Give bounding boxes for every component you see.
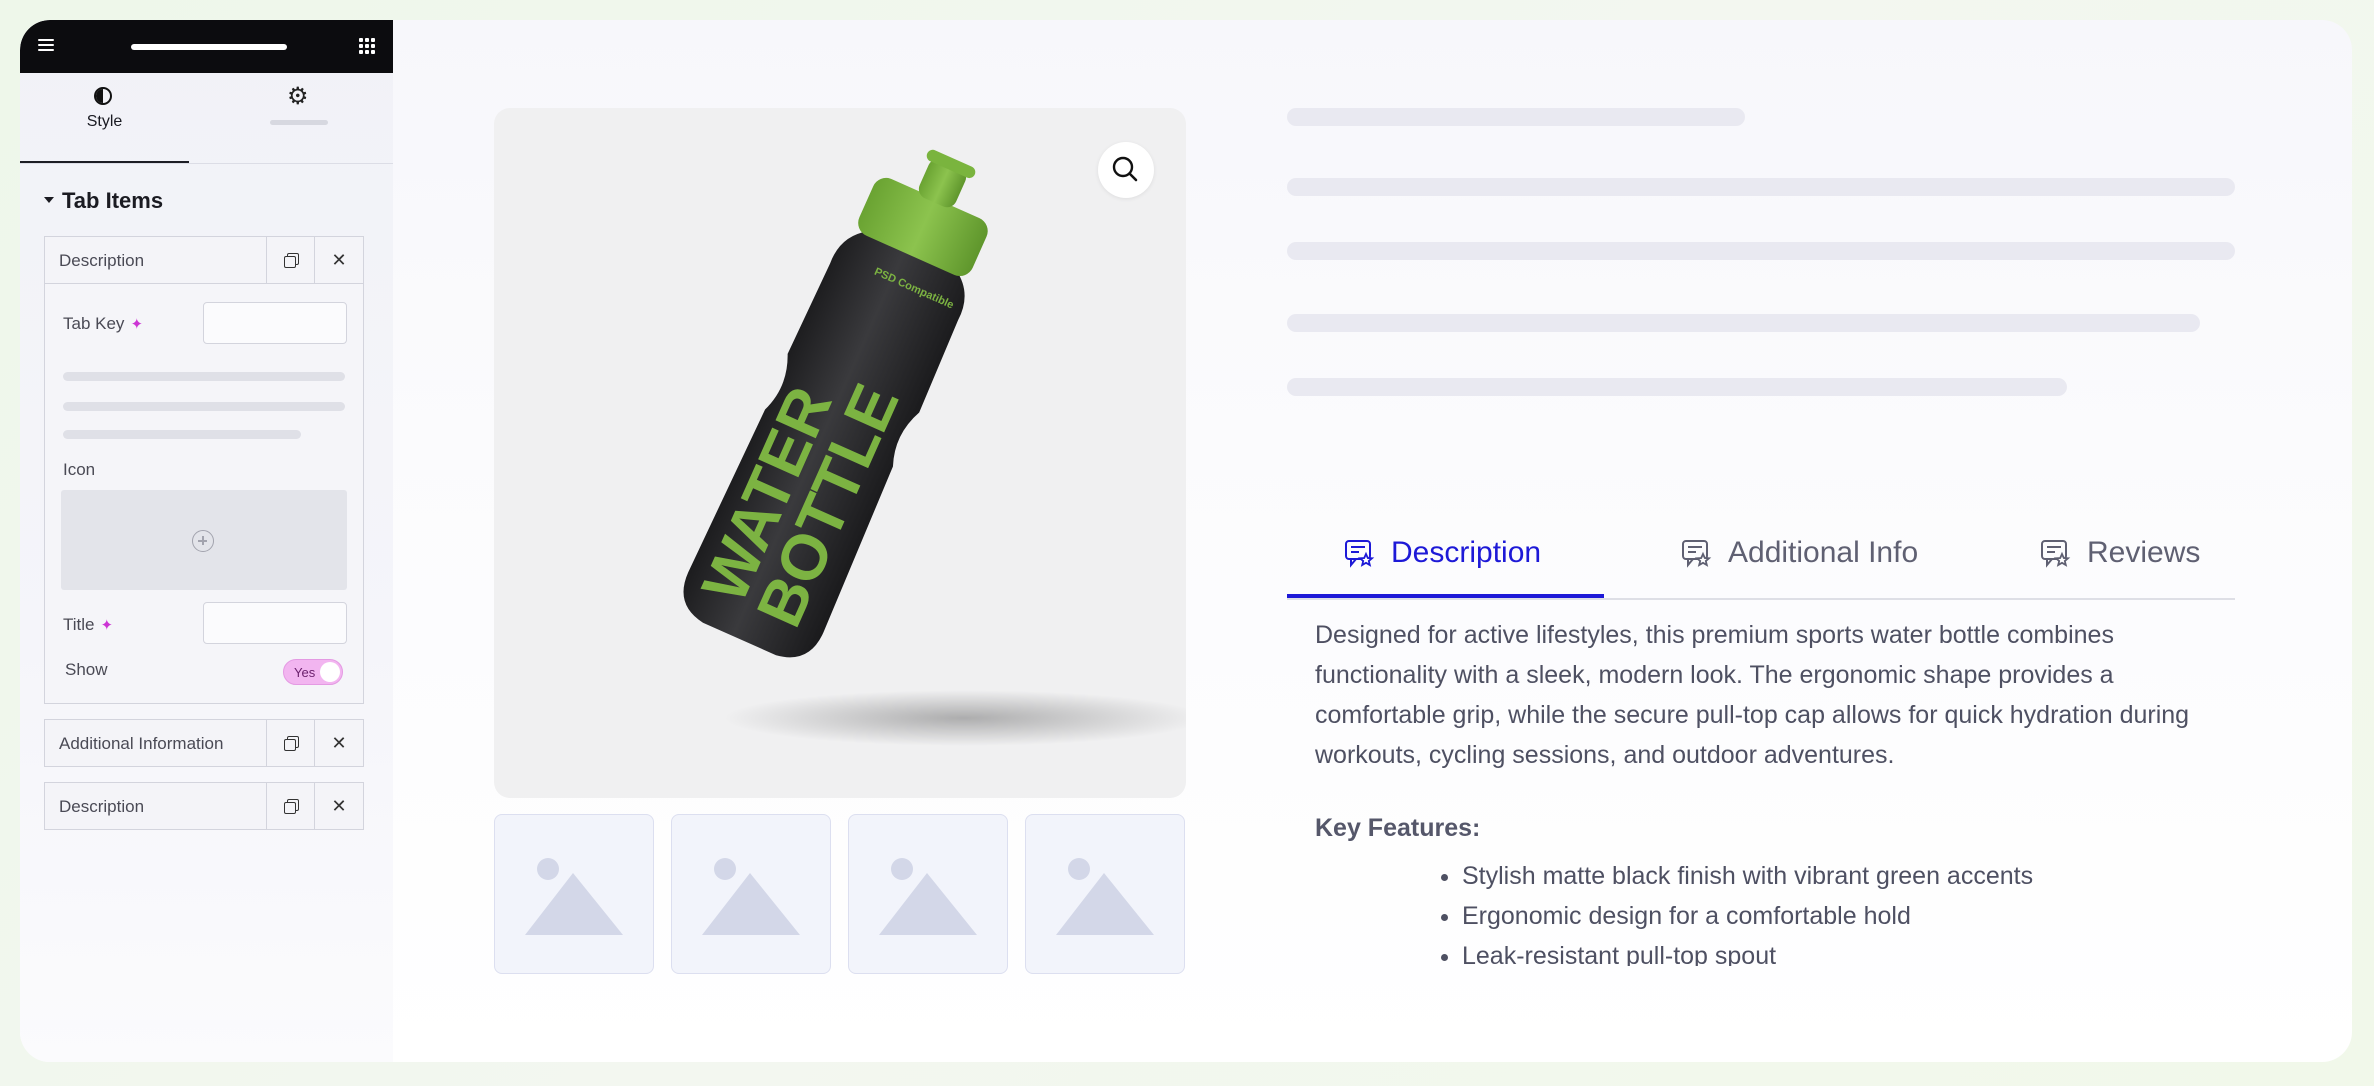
tab-item-label: Additional Information: [59, 734, 224, 753]
caret-down-icon: [44, 197, 54, 204]
list-item: Ergonomic design for a comfortable hold: [1462, 896, 2033, 936]
product-title-placeholder: [1287, 108, 1745, 126]
key-features-list: Stylish matte black finish with vibrant …: [1438, 856, 2033, 966]
product-text-placeholder: [1287, 178, 2235, 196]
contrast-icon: [94, 87, 112, 105]
description-text: Designed for active lifestyles, this pre…: [1315, 621, 2190, 769]
tab-description-label: Description: [1391, 536, 1542, 569]
section-title[interactable]: Tab Items: [44, 188, 163, 214]
zoom-button[interactable]: [1098, 142, 1154, 198]
image-placeholder-icon: [879, 858, 977, 935]
editor-tabs: Style ⚙: [20, 73, 393, 164]
review-message-icon: [1345, 540, 1375, 568]
product-text-placeholder: [1287, 314, 2200, 332]
tab-key-label: Tab Key ✦: [63, 314, 143, 334]
tab-style-label: Style: [86, 113, 123, 130]
help-text-placeholder: [63, 430, 301, 439]
toggle-text: Yes: [294, 665, 316, 680]
icon-picker[interactable]: [61, 490, 347, 590]
ai-sparkle-icon[interactable]: ✦: [130, 316, 143, 333]
search-icon: [1112, 156, 1138, 182]
list-item: Stylish matte black finish with vibrant …: [1462, 856, 2033, 896]
title-label-text: Title: [63, 615, 95, 634]
tab-style[interactable]: Style: [20, 73, 189, 163]
hamburger-menu-icon[interactable]: [38, 39, 54, 54]
gear-icon: ⚙: [287, 83, 309, 110]
ai-sparkle-icon[interactable]: ✦: [101, 617, 114, 634]
toggle-knob: [320, 662, 340, 682]
image-placeholder-icon: [1056, 858, 1154, 935]
editor-top-bar: [20, 20, 393, 73]
remove-button[interactable]: ✕: [314, 237, 363, 283]
image-placeholder-icon: [525, 858, 623, 935]
editor-sidebar: Style ⚙ Tab Items Description ✕ Tab Key ✦…: [20, 20, 393, 1062]
tab-key-label-text: Tab Key: [63, 314, 125, 333]
add-circle-icon: [192, 530, 214, 552]
active-tab-indicator: [1287, 594, 1604, 598]
close-icon: ✕: [331, 795, 347, 816]
thumbnail-4[interactable]: [1025, 814, 1185, 974]
tab-additional-info-label: Additional Info: [1728, 536, 1919, 569]
tab-additional-info[interactable]: Additional Info: [1680, 510, 1918, 596]
remove-button[interactable]: ✕: [314, 720, 363, 766]
product-text-placeholder: [1287, 242, 2235, 260]
thumbnail-3[interactable]: [848, 814, 1008, 974]
title-input[interactable]: [203, 602, 347, 644]
remove-button[interactable]: ✕: [314, 783, 363, 829]
duplicate-button[interactable]: [266, 237, 315, 283]
product-text-placeholder: [1287, 378, 2067, 396]
tab-settings[interactable]: ⚙: [270, 83, 330, 153]
tab-description[interactable]: Description: [1343, 510, 1541, 596]
help-text-placeholder: [63, 402, 345, 411]
copy-icon: [284, 253, 299, 268]
apps-grid-icon[interactable]: [359, 38, 375, 54]
show-label: Show: [65, 660, 108, 679]
copy-icon: [284, 799, 299, 814]
tab-item-label: Description: [59, 251, 145, 270]
tab-key-input[interactable]: [203, 302, 347, 344]
section-title-text: Tab Items: [62, 188, 164, 213]
tab-reviews-label: Reviews: [2087, 536, 2201, 569]
close-icon: ✕: [331, 249, 347, 270]
title-label: Title ✦: [63, 615, 113, 635]
icon-label: Icon: [63, 460, 96, 479]
tab-item-settings: Tab Key ✦ Icon Title ✦ Show Yes: [44, 284, 364, 704]
close-icon: ✕: [331, 732, 347, 753]
duplicate-button[interactable]: [266, 720, 315, 766]
water-bottle-image: PSD Compatible WATER BOTTLE: [683, 149, 1186, 746]
product-main-image[interactable]: PSD Compatible WATER BOTTLE: [494, 108, 1186, 798]
copy-icon: [284, 736, 299, 751]
thumbnail-2[interactable]: [671, 814, 831, 974]
review-message-icon: [2041, 540, 2071, 568]
duplicate-button[interactable]: [266, 783, 315, 829]
review-message-icon: [1682, 540, 1712, 568]
product-tabs: Description Additional Info Reviews: [1287, 510, 2235, 600]
tab-settings-label-placeholder: [270, 120, 328, 125]
image-placeholder-icon: [702, 858, 800, 935]
tab-item-description[interactable]: Description ✕: [44, 236, 364, 284]
thumbnail-1[interactable]: [494, 814, 654, 974]
tab-reviews[interactable]: Reviews: [2039, 510, 2200, 596]
tab-item-additional-information[interactable]: Additional Information ✕: [44, 719, 364, 767]
show-toggle[interactable]: Yes: [283, 659, 343, 685]
app-frame: Style ⚙ Tab Items Description ✕ Tab Key ✦…: [20, 20, 2352, 1062]
top-bar-title-placeholder: [131, 44, 287, 50]
key-features-title: Key Features:: [1315, 814, 1481, 842]
tab-item-description-2[interactable]: Description ✕: [44, 782, 364, 830]
help-text-placeholder: [63, 372, 345, 381]
tab-item-label: Description: [59, 797, 145, 816]
list-item: Leak-resistant pull-top spout: [1462, 936, 2033, 966]
